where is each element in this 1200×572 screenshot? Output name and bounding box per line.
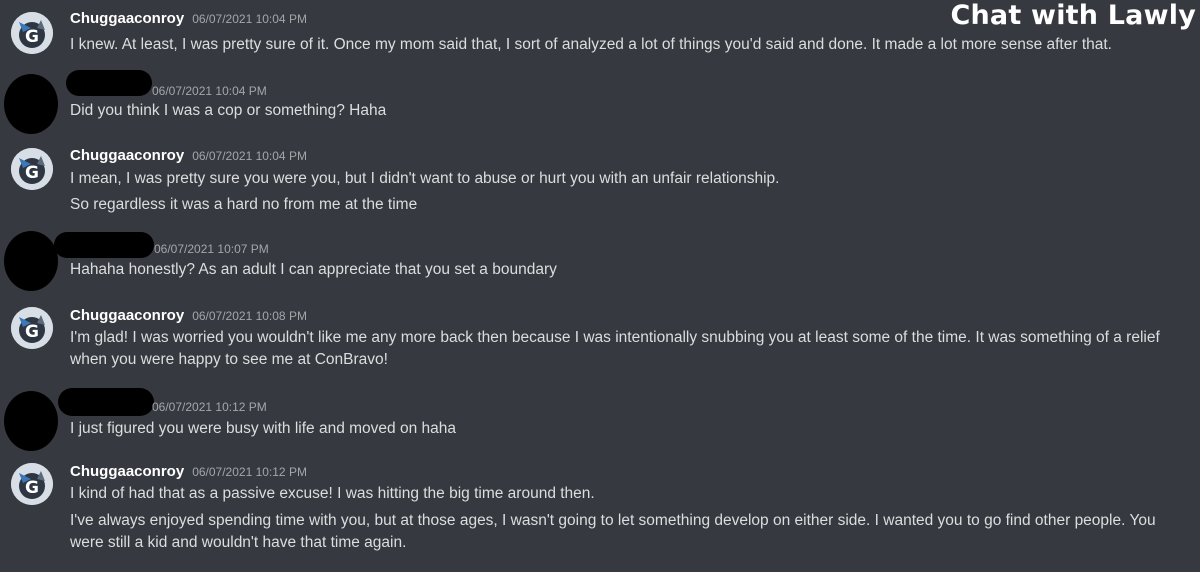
timestamp: 06/07/2021 10:04 PM — [152, 84, 267, 98]
message: G Chuggaaconroy 06/07/2021 10:04 PM I mea… — [0, 147, 1200, 219]
message-header: Chuggaaconroy 06/07/2021 10:04 PM — [70, 10, 307, 30]
message-text: Did you think I was a cop or something? … — [70, 102, 387, 119]
message-header: 06/07/2021 10:07 PM — [154, 240, 269, 260]
chuggaaconroy-avatar-icon[interactable]: G — [11, 463, 53, 505]
svg-text:G: G — [25, 27, 39, 47]
timestamp: 06/07/2021 10:12 PM — [192, 465, 307, 479]
message-header: 06/07/2021 10:12 PM — [152, 398, 267, 418]
message-text: I've always enjoyed spending time with y… — [70, 512, 1156, 551]
message-header: Chuggaaconroy 06/07/2021 10:04 PM — [70, 147, 307, 167]
message-header: Chuggaaconroy 06/07/2021 10:12 PM — [70, 463, 307, 483]
username[interactable]: Chuggaaconroy — [70, 147, 184, 164]
redacted-avatar — [4, 391, 58, 451]
svg-text:G: G — [25, 478, 39, 498]
timestamp: 06/07/2021 10:08 PM — [192, 309, 307, 323]
message-text: I just figured you were busy with life a… — [70, 420, 457, 437]
chuggaaconroy-avatar-icon[interactable]: G — [11, 12, 53, 54]
username[interactable]: Chuggaaconroy — [70, 10, 184, 27]
chuggaaconroy-avatar-icon[interactable]: G — [11, 307, 53, 349]
overlay-title: Chat with Lawly — [950, 0, 1196, 31]
message: G Chuggaaconroy 06/07/2021 10:08 PM I'm g… — [0, 307, 1200, 375]
message-text: So regardless it was a hard no from me a… — [70, 196, 418, 213]
redacted-username — [54, 232, 154, 258]
message-text: I mean, I was pretty sure you were you, … — [70, 170, 780, 187]
redacted-username — [58, 388, 154, 416]
timestamp: 06/07/2021 10:04 PM — [192, 149, 307, 163]
timestamp: 06/07/2021 10:12 PM — [152, 400, 267, 414]
message-text: Hahaha honestly? As an adult I can appre… — [70, 261, 557, 278]
message-header: 06/07/2021 10:04 PM — [152, 82, 267, 102]
redacted-avatar — [4, 231, 58, 291]
username[interactable]: Chuggaaconroy — [70, 463, 184, 480]
redacted-username — [66, 70, 152, 96]
timestamp: 06/07/2021 10:04 PM — [192, 12, 307, 26]
message: G Chuggaaconroy 06/07/2021 10:12 PM I kin… — [0, 463, 1200, 563]
timestamp: 06/07/2021 10:07 PM — [154, 242, 269, 256]
message-header: Chuggaaconroy 06/07/2021 10:08 PM — [70, 307, 307, 327]
message: 06/07/2021 10:12 PM I just figured you w… — [0, 388, 1200, 451]
svg-text:G: G — [25, 163, 39, 183]
message: 06/07/2021 10:07 PM Hahaha honestly? As … — [0, 229, 1200, 291]
message: 06/07/2021 10:04 PM Did you think I was … — [0, 70, 1200, 134]
svg-text:G: G — [25, 322, 39, 342]
chuggaaconroy-avatar-icon[interactable]: G — [11, 148, 53, 190]
redacted-avatar — [4, 74, 58, 134]
message-text: I knew. At least, I was pretty sure of i… — [70, 36, 1112, 53]
username[interactable]: Chuggaaconroy — [70, 307, 184, 324]
message-text: I'm glad! I was worried you wouldn't lik… — [70, 329, 1160, 368]
message-text: I kind of had that as a passive excuse! … — [70, 485, 595, 502]
